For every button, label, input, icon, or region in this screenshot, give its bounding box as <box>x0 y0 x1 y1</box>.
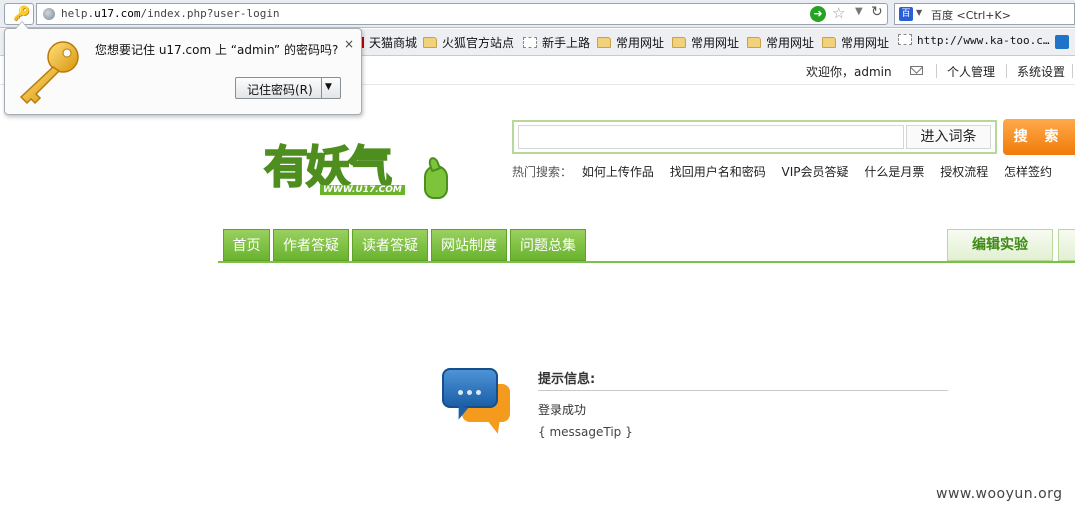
divider <box>321 78 322 98</box>
message-divider <box>538 390 948 391</box>
bookmark-star-icon[interactable]: ☆ <box>832 4 845 22</box>
folder-icon <box>672 37 686 48</box>
baidu-paw-icon[interactable]: 百 <box>899 7 913 21</box>
hot-search-label: 热门搜索： <box>512 165 573 179</box>
tab-author-faq[interactable]: 作者答疑 <box>273 229 349 261</box>
hot-keyword-link[interactable]: VIP会员答疑 <box>782 165 849 179</box>
message-title: 提示信息: <box>538 372 596 387</box>
browser-search-input[interactable]: 百 ▼ 百度 <Ctrl+K> <box>894 3 1075 25</box>
tab-home[interactable]: 首页 <box>223 229 270 261</box>
reload-icon[interactable]: ↻ <box>871 4 883 20</box>
password-save-popup: 您想要记住 u17.com 上 “admin” 的密码吗? × 记住密码(R) … <box>4 21 362 115</box>
bookmark-item[interactable]: 常用网址 <box>672 34 739 51</box>
hot-keyword-link[interactable]: 找回用户名和密码 <box>670 165 766 179</box>
hot-keyword-link[interactable]: 怎样签约 <box>1004 165 1052 179</box>
system-settings-link[interactable]: 系统设置 <box>1017 63 1065 80</box>
main-nav: 首页 作者答疑 读者答疑 网站制度 问题总集 编辑实验 <box>218 229 1075 263</box>
chevron-down-icon[interactable]: ▼ <box>855 6 863 17</box>
logo-subtext: WWW.U17.COM <box>320 185 405 195</box>
bookmark-item[interactable]: 天猫商城 <box>355 34 417 51</box>
chat-bubbles-icon <box>440 366 512 438</box>
dots-icon <box>458 384 488 395</box>
globe-icon <box>43 8 55 20</box>
key-icon: 🔑 <box>13 6 31 22</box>
remember-password-button[interactable]: 记住密码(R) ▼ <box>235 77 341 99</box>
folder-icon <box>423 37 437 48</box>
divider <box>1072 64 1073 78</box>
hot-keyword-link[interactable]: 如何上传作品 <box>582 165 654 179</box>
message-tip: { messageTip } <box>538 425 633 439</box>
site-search-box: 进入词条 <box>512 120 997 154</box>
tab-site-rules[interactable]: 网站制度 <box>431 229 507 261</box>
enter-term-button[interactable]: 进入词条 <box>906 125 991 149</box>
password-question: 您想要记住 u17.com 上 “admin” 的密码吗? <box>95 43 339 57</box>
divider <box>936 64 937 78</box>
bookmark-item[interactable]: http://www.ka-too.c… <box>898 34 1049 51</box>
go-arrow-icon[interactable]: ➜ <box>810 6 826 22</box>
bookmark-item[interactable]: 火狐官方站点 <box>423 34 514 51</box>
page-icon <box>898 34 912 45</box>
message-text: 登录成功 <box>538 403 587 417</box>
mail-icon[interactable] <box>910 66 923 75</box>
url-bar[interactable]: help.u17.com/index.php?user-login ➜ ☆ ▼ … <box>36 3 888 25</box>
folder-icon <box>597 37 611 48</box>
hot-keyword-link[interactable]: 授权流程 <box>940 165 988 179</box>
mascot-icon <box>424 165 448 199</box>
key-icon <box>19 41 79 105</box>
tab-edit-lab[interactable]: 编辑实验 <box>947 229 1053 261</box>
chevron-down-icon[interactable]: ▼ <box>325 82 332 92</box>
url-text: help.u17.com/index.php?user-login <box>61 7 280 20</box>
folder-icon <box>822 37 836 48</box>
welcome-text: 欢迎你，admin <box>806 65 892 79</box>
tab-question-collection[interactable]: 问题总集 <box>510 229 586 261</box>
bookmark-item[interactable]: 常用网址 <box>822 34 889 51</box>
bookmark-item[interactable]: 常用网址 <box>747 34 814 51</box>
watermark: www.wooyun.org <box>936 486 1063 502</box>
site-logo[interactable]: 有妖气 WWW.U17.COM <box>263 127 454 203</box>
chevron-down-icon[interactable]: ▼ <box>916 8 922 17</box>
divider <box>1006 64 1007 78</box>
browser-toolbar: 🔑 help.u17.com/index.php?user-login ➜ ☆ … <box>0 0 1075 28</box>
search-placeholder: 百度 <Ctrl+K> <box>931 9 1011 22</box>
personal-manage-link[interactable]: 个人管理 <box>947 63 995 80</box>
blue-bubble-shape <box>442 368 498 408</box>
search-button[interactable]: 搜 索 <box>1003 119 1075 155</box>
tab-reader-faq[interactable]: 读者答疑 <box>352 229 428 261</box>
page-icon <box>523 37 537 48</box>
folder-icon <box>747 37 761 48</box>
extension-icon[interactable] <box>1055 35 1069 49</box>
hot-search: 热门搜索： 如何上传作品 找回用户名和密码 VIP会员答疑 什么是月票 授权流程… <box>512 163 1064 180</box>
site-search-input[interactable] <box>518 125 904 149</box>
bookmark-item[interactable]: 新手上路 <box>523 34 590 51</box>
close-icon[interactable]: × <box>344 37 354 51</box>
tab-overflow[interactable] <box>1058 229 1075 261</box>
remember-password-label: 记住密码(R) <box>247 83 313 97</box>
bookmark-item[interactable]: 常用网址 <box>597 34 664 51</box>
hot-keyword-link[interactable]: 什么是月票 <box>864 165 924 179</box>
